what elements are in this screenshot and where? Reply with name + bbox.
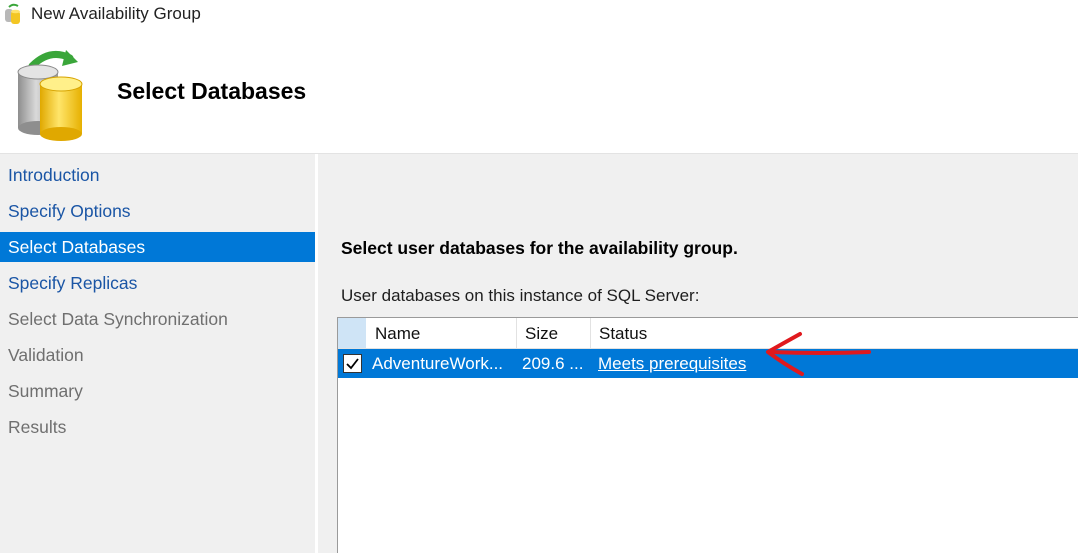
page-header: Select Databases (0, 28, 1078, 153)
page-title: Select Databases (117, 78, 307, 104)
database-checkbox[interactable] (343, 354, 362, 373)
nav-item-results: Results (8, 417, 67, 437)
status-link[interactable]: Meets prerequisites (598, 349, 746, 378)
nav-item-validation: Validation (8, 345, 84, 365)
select-all-corner[interactable] (338, 318, 366, 348)
nav-item-specify-options[interactable]: Specify Options (0, 196, 315, 226)
main-content: Select user databases for the availabili… (318, 154, 1078, 553)
nav-item-select-databases[interactable]: Select Databases (0, 232, 315, 262)
database-sync-icon (17, 50, 83, 141)
column-header-size[interactable]: Size (516, 318, 591, 348)
availability-group-icon (5, 3, 20, 24)
nav-item-introduction[interactable]: Introduction (0, 160, 315, 190)
databases-grid: Name Size Status AdventureWork... 209.6 … (337, 317, 1078, 553)
database-size-cell: 209.6 ... (522, 354, 584, 373)
title-bar: New Availability Group (0, 0, 1078, 28)
window-title: New Availability Group (31, 4, 201, 23)
wizard-nav: Introduction Specify Options Select Data… (0, 154, 315, 553)
column-header-name[interactable]: Name (366, 318, 517, 348)
nav-item-summary: Summary (8, 381, 83, 401)
grid-label: User databases on this instance of SQL S… (341, 286, 700, 305)
checkmark-icon (346, 358, 359, 370)
instruction-text: Select user databases for the availabili… (341, 238, 738, 258)
nav-item-specify-replicas[interactable]: Specify Replicas (0, 268, 315, 298)
table-row[interactable]: AdventureWork... 209.6 ... Meets prerequ… (338, 349, 1078, 378)
database-name-cell: AdventureWork... (372, 354, 504, 373)
annotation-arrow-icon (766, 332, 871, 376)
grid-header: Name Size Status (338, 318, 1078, 349)
nav-item-select-data-synchronization: Select Data Synchronization (8, 309, 228, 329)
